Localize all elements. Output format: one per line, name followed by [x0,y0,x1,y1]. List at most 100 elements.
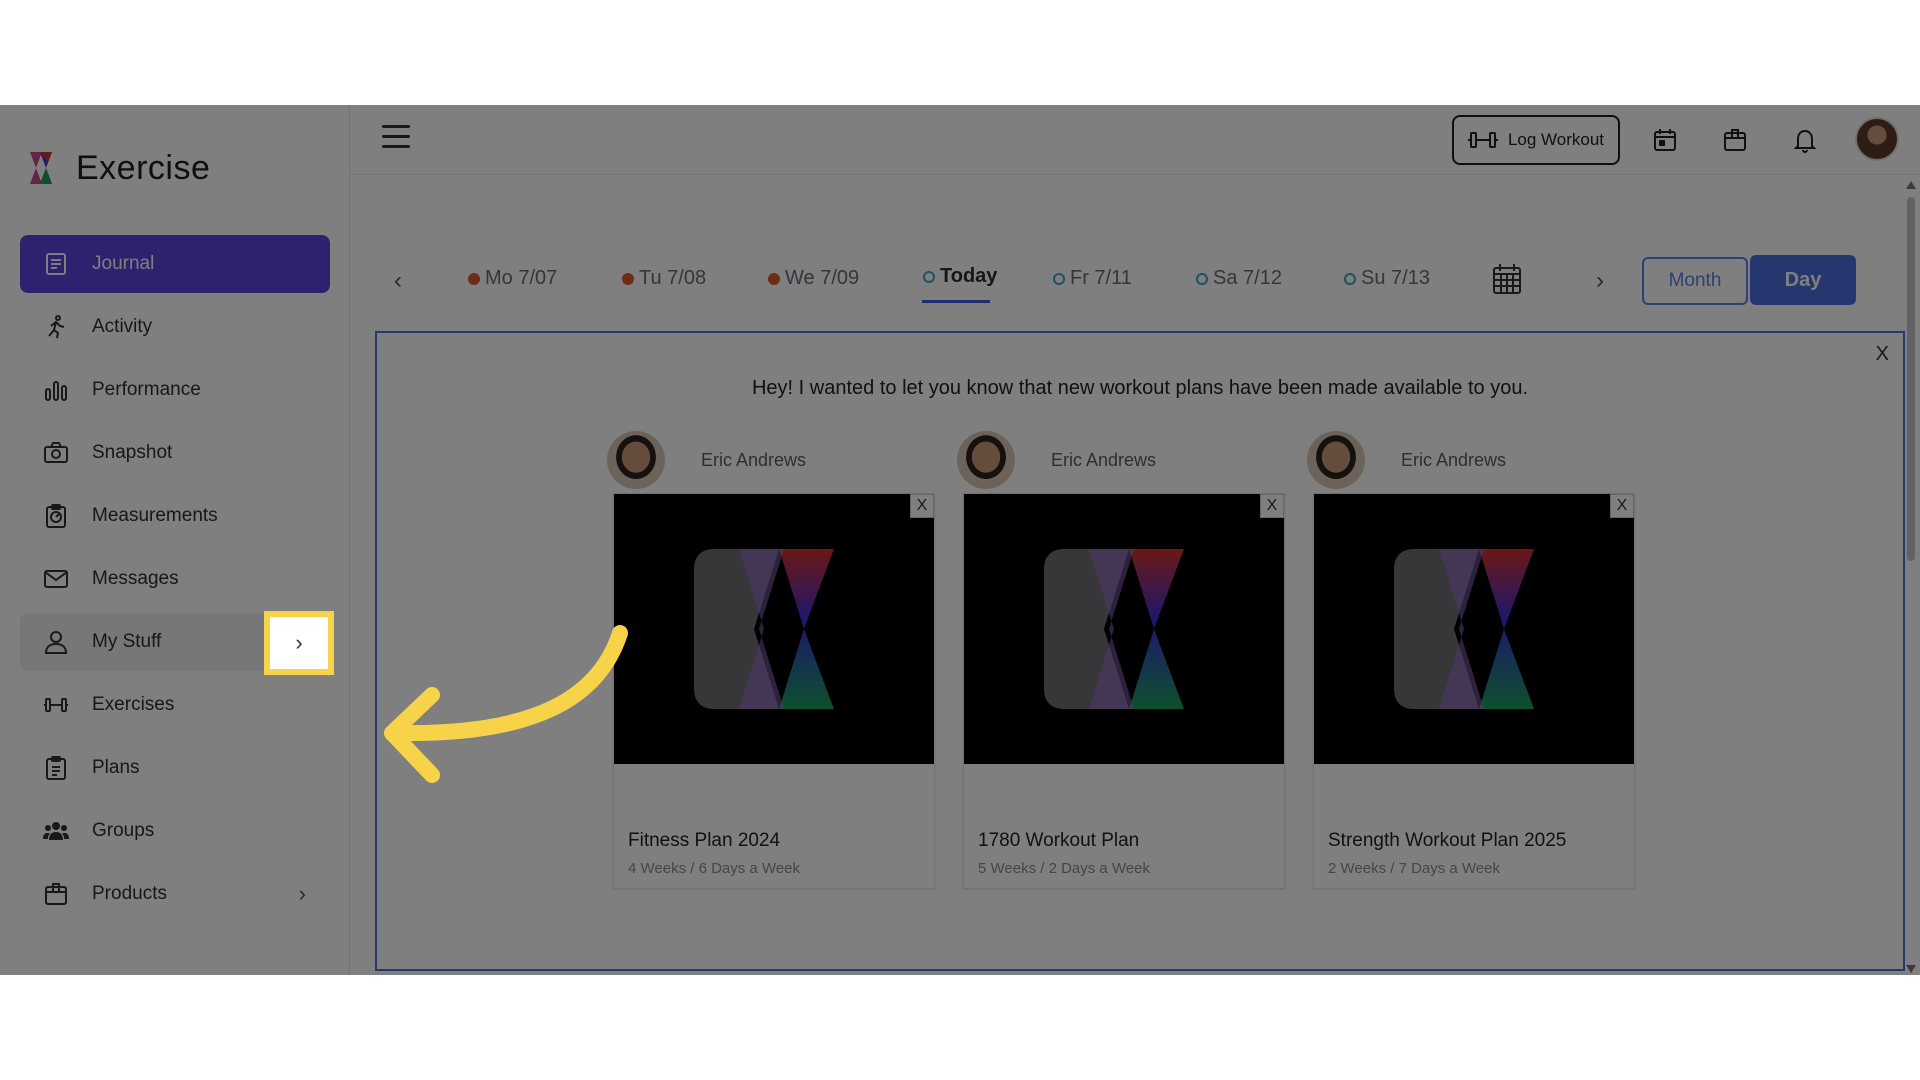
date-label: Today [940,265,997,288]
app-window: Exercise Journal Activity Performance [0,105,1920,975]
exercise-logo-icon [1384,539,1564,719]
today-underline [922,300,990,303]
date-label: Tu 7/08 [639,267,706,290]
plan-duration: 2 Weeks / 7 Days a Week [1328,860,1500,877]
sidebar: Exercise Journal Activity Performance [0,105,350,975]
plan-thumbnail [1314,494,1634,764]
author-name: Eric Andrews [701,450,806,471]
sidebar-item-exercises[interactable]: Exercises [20,676,330,734]
date-item[interactable]: Sa 7/12 [1196,267,1282,290]
plan-title: Fitness Plan 2024 [628,830,780,852]
sidebar-item-label: My Stuff [92,631,161,653]
sidebar-item-performance[interactable]: Performance [20,361,330,419]
plan-thumbnail [614,494,934,764]
calendar-picker-icon[interactable] [1492,263,1522,295]
date-label: Su 7/13 [1361,267,1430,290]
chevron-right-icon: › [295,630,302,656]
exercise-logo-icon [1034,539,1214,719]
scroll-up-arrow[interactable] [1906,181,1916,189]
plan-author: Eric Andrews [1307,431,1506,489]
prev-week-button[interactable]: ‹ [394,267,402,295]
log-workout-button[interactable]: Log Workout [1452,115,1620,165]
sidebar-item-plans[interactable]: Plans [20,739,330,797]
sidebar-item-label: Messages [92,568,179,590]
sidebar-item-activity[interactable]: Activity [20,298,330,356]
plan-author: Eric Andrews [957,431,1156,489]
dismiss-plan-button[interactable]: X [1260,494,1284,518]
envelope-icon [42,565,70,593]
date-item[interactable]: Tu 7/08 [622,267,706,290]
date-item[interactable]: Fr 7/11 [1053,267,1132,290]
author-avatar [957,431,1015,489]
measure-clipboard-icon [42,502,70,530]
exercise-logo-icon [684,539,864,719]
log-workout-label: Log Workout [1508,130,1604,150]
sidebar-nav: Journal Activity Performance Snapshot [20,235,330,928]
bar-chart-icon [42,376,70,404]
status-dot [768,273,780,285]
vertical-scrollbar[interactable] [1906,179,1916,975]
sidebar-item-groups[interactable]: Groups [20,802,330,860]
announcement-message: Hey! I wanted to let you know that new w… [377,377,1903,400]
sidebar-item-label: Performance [92,379,201,401]
month-view-button[interactable]: Month [1642,257,1748,305]
status-dot [1344,273,1356,285]
sidebar-item-label: Products [92,883,167,905]
status-dot [923,271,935,283]
group-icon [42,817,70,845]
dismiss-plan-button[interactable]: X [910,494,934,518]
date-item-today[interactable]: Today [923,265,997,288]
sidebar-item-label: Snapshot [92,442,172,464]
scroll-down-arrow[interactable] [1906,965,1916,973]
scroll-thumb[interactable] [1907,197,1915,561]
avatar[interactable] [1855,117,1899,161]
sidebar-item-products[interactable]: Products › [20,865,330,923]
box-icon [42,880,70,908]
tutorial-pointer-arrow-icon [370,505,640,825]
brand[interactable]: Exercise [24,143,210,193]
author-name: Eric Andrews [1051,450,1156,471]
author-avatar [607,431,665,489]
top-bar: Log Workout [350,105,1920,175]
calendar-icon[interactable] [1652,127,1678,153]
sidebar-item-measurements[interactable]: Measurements [20,487,330,545]
running-person-icon [42,313,70,341]
plan-duration: 4 Weeks / 6 Days a Week [628,860,800,877]
next-week-button[interactable]: › [1596,267,1604,295]
journal-icon [42,250,70,278]
plan-card[interactable]: X Fitness Plan 2024 4 Weeks / 6 Days a W… [613,493,935,889]
plan-duration: 5 Weeks / 2 Days a Week [978,860,1150,877]
day-view-button[interactable]: Day [1750,255,1856,305]
plan-card[interactable]: X Strength Workout Plan 2025 2 Weeks / 7… [1313,493,1635,889]
app-name: Exercise [76,149,210,188]
sidebar-item-messages[interactable]: Messages [20,550,330,608]
date-item[interactable]: Mo 7/07 [468,267,557,290]
exercise-logo-icon [24,148,64,188]
chevron-right-icon[interactable]: › [299,881,306,907]
sidebar-item-label: Plans [92,757,140,779]
date-item[interactable]: Su 7/13 [1344,267,1430,290]
plan-card[interactable]: X 1780 Workout Plan 5 Weeks / 2 Days a W… [963,493,1285,889]
date-label: We 7/09 [785,267,859,290]
sidebar-item-journal[interactable]: Journal [20,235,330,293]
status-dot [468,273,480,285]
plan-author: Eric Andrews [607,431,806,489]
camera-icon [42,439,70,467]
my-stuff-expand-button[interactable]: › [264,611,334,675]
close-announcement-button[interactable]: X [1876,343,1889,366]
person-icon [42,628,70,656]
box-icon[interactable] [1722,127,1748,153]
date-label: Fr 7/11 [1070,267,1132,290]
status-dot [622,273,634,285]
date-label: Mo 7/07 [485,267,557,290]
menu-icon[interactable] [382,125,410,149]
bell-icon[interactable] [1792,127,1818,153]
plan-title: Strength Workout Plan 2025 [1328,830,1566,852]
author-name: Eric Andrews [1401,450,1506,471]
sidebar-item-label: Groups [92,820,154,842]
sidebar-item-snapshot[interactable]: Snapshot [20,424,330,482]
date-item[interactable]: We 7/09 [768,267,859,290]
dismiss-plan-button[interactable]: X [1610,494,1634,518]
date-label: Sa 7/12 [1213,267,1282,290]
dumbbell-icon [42,691,70,719]
